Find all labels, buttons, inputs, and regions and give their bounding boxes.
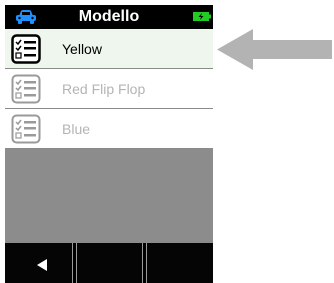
checklist-icon [11,34,41,64]
checklist-icon [11,114,41,144]
checklist-icon [11,74,41,104]
list-item-label: Blue [62,121,91,137]
page-title: Modello [78,8,140,25]
soft-key-bar [5,243,213,283]
battery-charging-icon [193,12,211,21]
list-item-blue[interactable]: Blue [5,109,213,149]
stage: Modello Yellow Red Flip Flop Blue [0,0,334,283]
device-screen: Modello Yellow Red Flip Flop Blue [5,5,213,283]
title-bar: Modello [5,5,213,29]
back-arrow-icon [37,259,47,271]
list-item-label: Red Flip Flop [62,81,146,97]
list-item-yellow[interactable]: Yellow [5,29,213,69]
soft-key-middle[interactable] [76,243,143,283]
pointer-arrow-icon [217,29,332,70]
list-item-red-flip-flop[interactable]: Red Flip Flop [5,69,213,109]
list-item-label: Yellow [62,41,102,57]
back-button[interactable] [5,243,73,283]
recipe-list: Yellow Red Flip Flop Blue [5,29,213,149]
soft-key-right[interactable] [146,243,213,283]
